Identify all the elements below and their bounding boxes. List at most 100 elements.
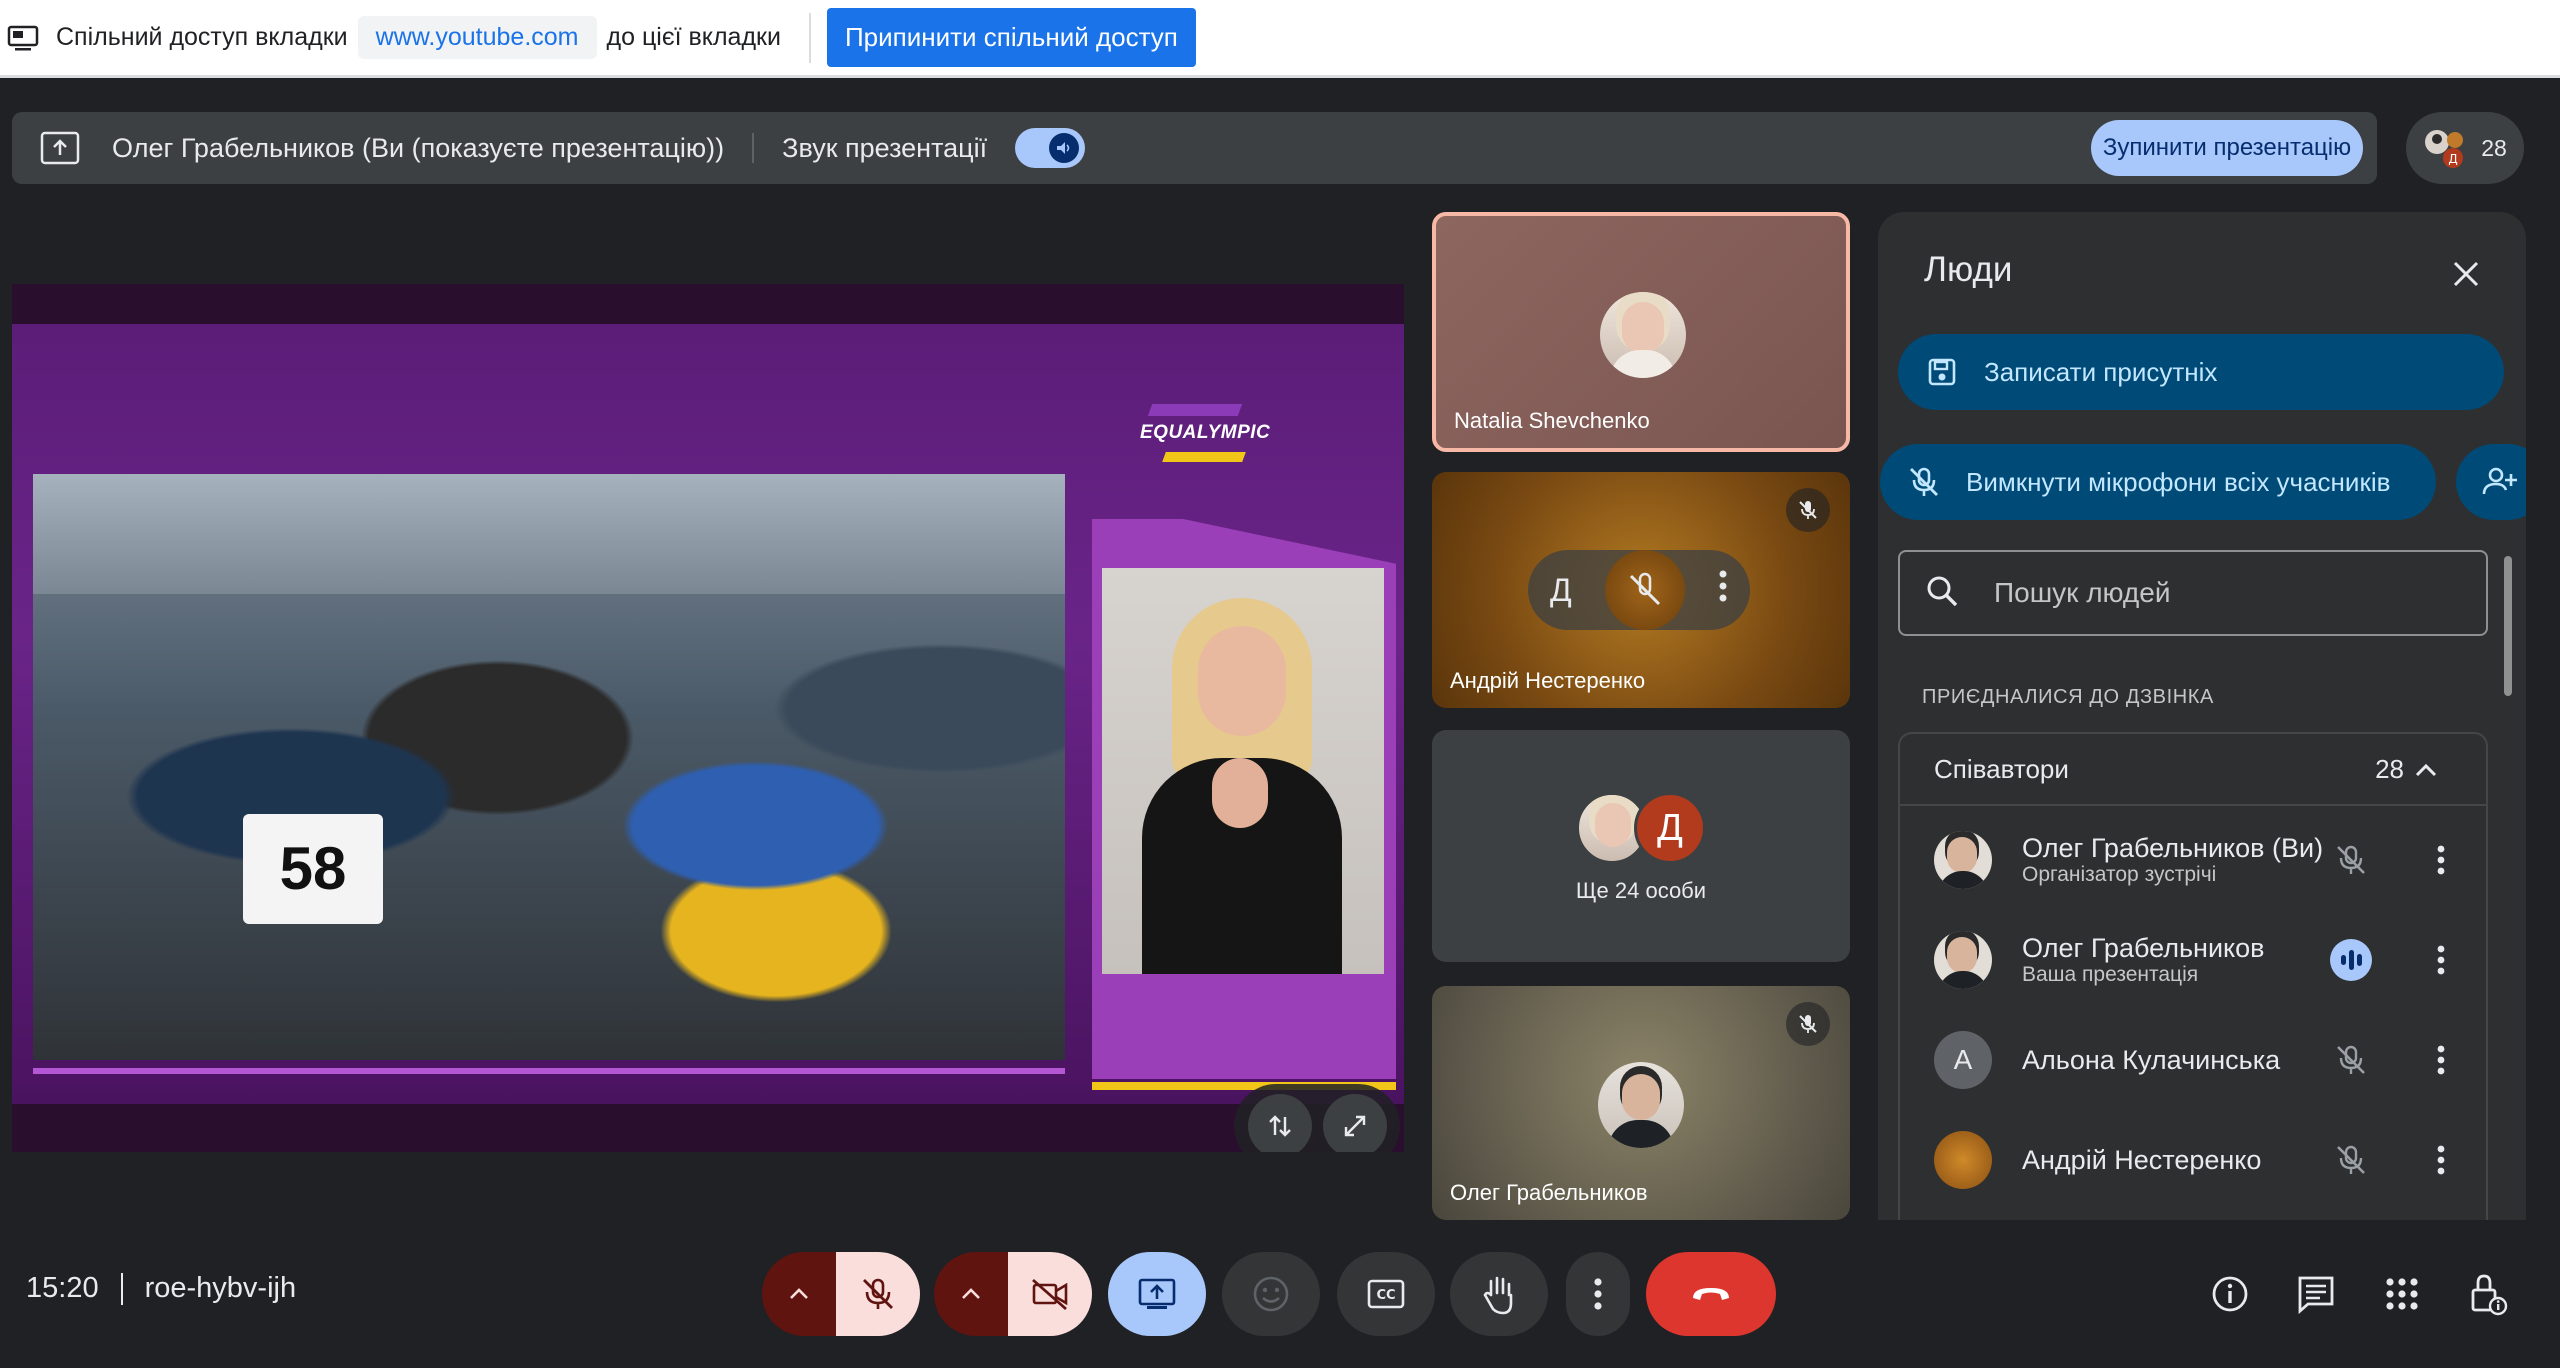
swap-layout-button[interactable]	[1247, 1094, 1312, 1152]
chevron-up-icon[interactable]	[2414, 754, 2438, 785]
shared-url: www.youtube.com	[357, 16, 597, 59]
camera-control	[934, 1252, 1092, 1336]
raise-hand-button[interactable]	[1450, 1252, 1548, 1336]
participant-avatars: Д	[2423, 126, 2467, 170]
presentation-banner: Олег Грабельников (Ви (показуєте презент…	[12, 112, 2377, 184]
participant-tile-andrii[interactable]: Д Андрій Нестеренко	[1432, 472, 1850, 708]
tile-hover-controls: Д	[1528, 550, 1750, 630]
participant-count: 28	[2481, 134, 2507, 161]
stop-presenting-button[interactable]: Зупинити презентацію	[2091, 120, 2363, 176]
avatar	[1604, 550, 1685, 630]
svg-text:CC: CC	[1376, 1288, 1395, 1303]
group-header[interactable]: Співавтори 28	[1900, 734, 2486, 806]
banner-divider	[752, 133, 755, 163]
avatar	[1598, 1062, 1684, 1148]
video-options-button[interactable]	[934, 1252, 1008, 1336]
audio-options-button[interactable]	[762, 1252, 836, 1336]
sharebar-divider	[808, 12, 811, 63]
stage-controls	[1234, 1084, 1400, 1152]
screen-share-icon	[6, 21, 40, 55]
meeting-info: 15:20 roe-hybv-ijh	[26, 1272, 296, 1305]
info-icon[interactable]	[2206, 1270, 2254, 1318]
person-name: Олег Грабельников (Ви)	[2022, 833, 2324, 863]
more-options-icon[interactable]	[2420, 1139, 2462, 1181]
search-input[interactable]	[1994, 577, 2474, 609]
person-add-icon	[2480, 462, 2520, 502]
avatar	[1934, 931, 1992, 989]
photo-border	[33, 1068, 1065, 1074]
record-attendance-button[interactable]: Записати присутніх	[1898, 334, 2504, 410]
list-item[interactable]: Олег Грабельников (Ви) Організатор зустр…	[1900, 810, 2490, 910]
chat-icon[interactable]	[2292, 1270, 2340, 1318]
list-item[interactable]: Олег Грабельников Ваша презентація	[1900, 910, 2490, 1010]
participants-button[interactable]: Д 28	[2406, 112, 2524, 184]
microphone-control	[762, 1252, 920, 1336]
tab-sharing-bar: Спільний доступ вкладки www.youtube.com …	[0, 0, 2560, 78]
sign-language-interpreter	[1102, 568, 1384, 974]
avatar	[1934, 1131, 1992, 1189]
people-panel: Люди Записати присутніх Вимкнути мікрофо…	[1878, 212, 2526, 1220]
more-participants-tile[interactable]: Д Ще 24 особи	[1432, 730, 1850, 962]
more-participants-label: Ще 24 особи	[1575, 878, 1707, 903]
mic-off-icon	[1786, 1002, 1830, 1046]
group-count: 28	[2375, 753, 2404, 784]
meeting-code: roe-hybv-ijh	[144, 1272, 297, 1304]
people-search[interactable]	[1898, 550, 2488, 636]
captions-button[interactable]: CC	[1337, 1252, 1435, 1336]
mic-off-icon[interactable]	[2330, 1139, 2372, 1181]
participant-tile-oleg[interactable]: Олег Грабельников	[1432, 986, 1850, 1220]
list-item[interactable]: А Альона Кулачинська	[1900, 1010, 2490, 1110]
clock-time: 15:20	[26, 1272, 99, 1304]
mic-off-icon[interactable]	[2330, 839, 2372, 881]
camera-toggle-button[interactable]	[1008, 1252, 1092, 1336]
reactions-button[interactable]	[1222, 1252, 1320, 1336]
shared-tab-video: EQUALYMPIC 58	[12, 284, 1404, 1152]
divider	[120, 1272, 123, 1305]
person-role: Ваша презентація	[2022, 963, 2199, 986]
more-options-icon[interactable]	[2420, 1039, 2462, 1081]
activities-icon[interactable]	[2378, 1270, 2426, 1318]
add-people-button[interactable]	[2456, 444, 2526, 520]
sharing-label-after: до цієї вкладки	[606, 23, 781, 51]
list-item[interactable]: Андрій Нестеренко	[1900, 1110, 2490, 1210]
more-options-button[interactable]	[1566, 1252, 1630, 1336]
presentation-audio-toggle[interactable]	[1015, 128, 1086, 168]
mic-off-icon[interactable]	[2330, 1039, 2372, 1081]
race-bib: 58	[243, 814, 383, 924]
participant-name: Natalia Shevchenko	[1454, 408, 1650, 433]
speaking-indicator-icon	[2330, 939, 2372, 981]
contributors-group: Співавтори 28 Олег Грабельников (Ви) Орг…	[1898, 732, 2488, 1220]
stop-sharing-button[interactable]: Припинити спільний доступ	[826, 8, 1196, 67]
participant-name: Олег Грабельников	[1450, 1180, 1648, 1205]
leave-call-button[interactable]	[1646, 1252, 1776, 1336]
sharing-label: Спільний доступ вкладки	[56, 23, 348, 51]
present-now-button[interactable]	[1108, 1252, 1206, 1336]
participant-tile-natalia[interactable]: Natalia Shevchenko	[1432, 212, 1850, 452]
host-controls-icon[interactable]	[2464, 1270, 2512, 1318]
presentation-audio-label: Звук презентації	[782, 132, 988, 163]
avatar	[1934, 831, 1992, 889]
close-icon[interactable]	[2446, 254, 2486, 294]
present-to-all-icon	[40, 130, 80, 166]
mic-off-icon	[1904, 462, 1944, 502]
panel-title: Люди	[1924, 250, 2013, 289]
fullscreen-button[interactable]	[1322, 1094, 1387, 1152]
microphone-toggle-button[interactable]	[836, 1252, 920, 1336]
person-role: Організатор зустрічі	[2022, 863, 2217, 886]
group-name: Співавтори	[1934, 753, 2069, 784]
athletes-photo: 58	[33, 474, 1065, 1060]
mic-off-icon	[1786, 488, 1830, 532]
presenter-label: Олег Грабельников (Ви (показуєте презент…	[112, 132, 725, 163]
mute-all-button[interactable]: Вимкнути мікрофони всіх учасників	[1880, 444, 2436, 520]
scrollbar[interactable]	[2504, 556, 2512, 696]
pin-button[interactable]: Д	[1550, 572, 1572, 609]
search-icon	[1924, 573, 1964, 613]
avatar: А	[1934, 1031, 1992, 1089]
person-name: Альона Кулачинська	[2022, 1045, 2281, 1075]
person-name: Олег Грабельников	[2022, 933, 2265, 963]
svg-text:Д: Д	[2449, 152, 2458, 166]
more-options-icon[interactable]	[2420, 839, 2462, 881]
more-options-icon[interactable]	[1718, 569, 1728, 612]
more-participants-avatars: Д	[1576, 792, 1716, 868]
more-options-icon[interactable]	[2420, 939, 2462, 981]
